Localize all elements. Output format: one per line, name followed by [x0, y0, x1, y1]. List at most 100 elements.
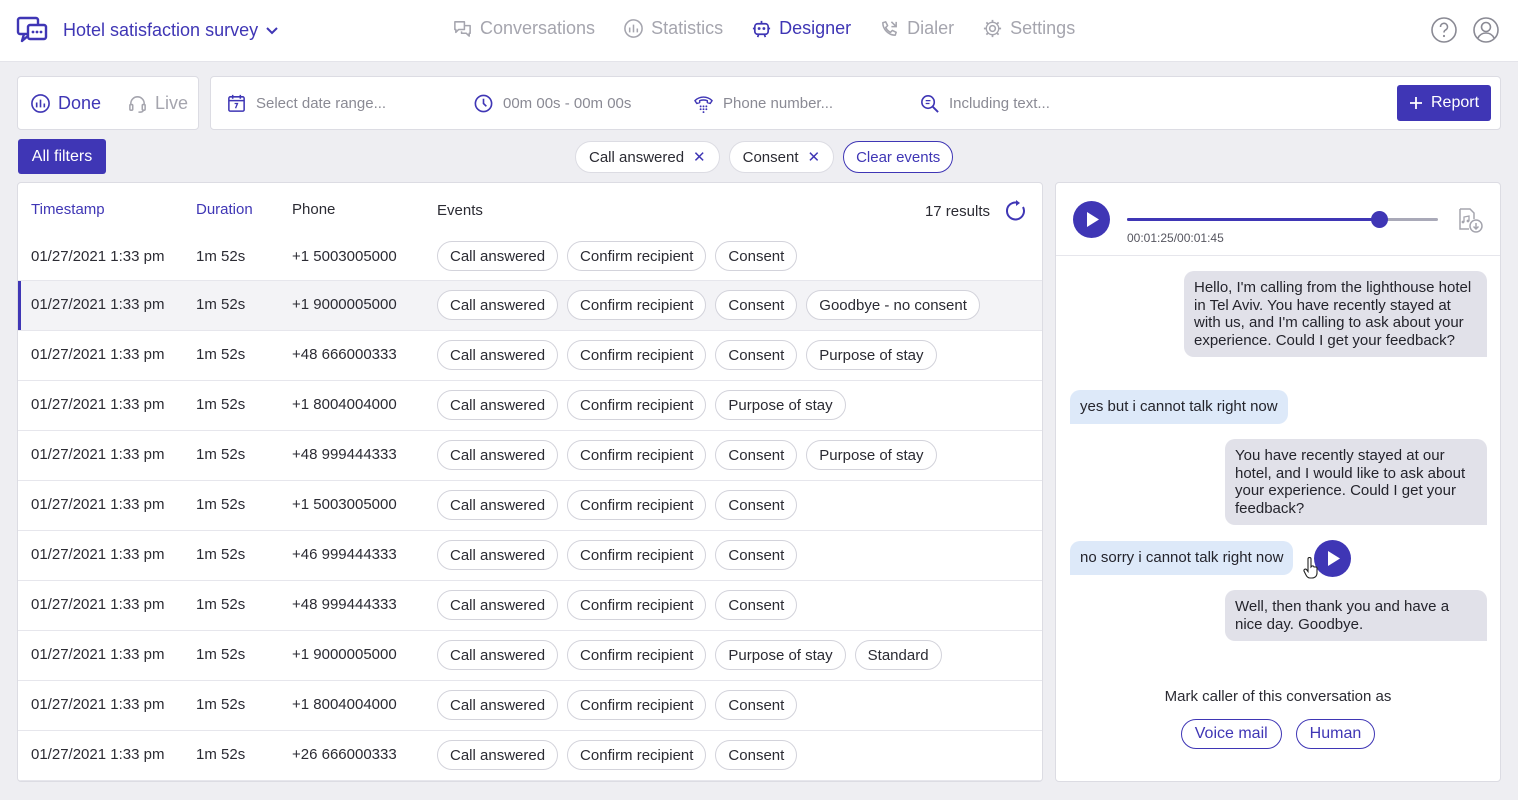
row-duration: 1m 52s — [196, 696, 246, 713]
mode-label: Done — [58, 92, 102, 113]
event-chip: Consent — [715, 241, 798, 271]
play-message-icon[interactable] — [1314, 540, 1351, 577]
event-chip: Confirm recipient — [567, 590, 707, 620]
nav-dialer[interactable]: Dialer — [879, 18, 954, 39]
table-row[interactable]: 01/27/2021 1:33 pm 1m 52s +48 999444333 Cal… — [18, 581, 1042, 631]
row-duration: 1m 52s — [196, 496, 246, 513]
mode-toggle: Done Live — [17, 76, 199, 130]
row-timestamp: 01/27/2021 1:33 pm — [31, 396, 165, 413]
row-phone: +1 8004004000 — [292, 396, 397, 413]
row-timestamp: 01/27/2021 1:33 pm — [31, 596, 165, 613]
row-events: Call answered Confirm recipient Purpose of… — [437, 390, 846, 420]
event-chip: Call answered — [437, 490, 559, 520]
row-events: Call answered Confirm recipient Consent Goo… — [437, 290, 980, 320]
calendar-icon — [228, 94, 245, 112]
event-chip: Call answered — [437, 540, 559, 570]
table-row[interactable]: 01/27/2021 1:33 pm 1m 52s +1 8004004000 Cal… — [18, 381, 1042, 431]
audio-player: 00:01:25/00:01:45 — [1056, 183, 1500, 256]
user-message: no sorry i cannot talk right now — [1070, 541, 1294, 575]
filter-chip-label: Consent — [742, 148, 799, 166]
column-header-timestamp[interactable]: Timestamp — [31, 201, 105, 218]
row-duration: 1m 52s — [196, 296, 246, 313]
headset-icon — [129, 95, 146, 113]
event-chip: Purpose of stay — [806, 340, 937, 370]
row-events: Call answered Confirm recipient Consent Pur… — [437, 440, 937, 470]
survey-title: Hotel satisfaction survey — [63, 20, 259, 40]
event-chip: Purpose of stay — [715, 640, 846, 670]
play-icon[interactable] — [1073, 201, 1110, 238]
table-row[interactable]: 01/27/2021 1:33 pm 1m 52s +46 999444333 Cal… — [18, 531, 1042, 581]
phone-number-field[interactable]: Phone number... — [693, 93, 833, 114]
table-row[interactable]: 01/27/2021 1:33 pm 1m 52s +48 666000333 Cal… — [18, 331, 1042, 381]
playback-slider[interactable] — [1127, 211, 1438, 228]
row-events: Call answered Confirm recipient Consent — [437, 241, 798, 271]
row-phone: +1 5003005000 — [292, 248, 397, 265]
row-duration: 1m 52s — [196, 346, 246, 363]
date-range-placeholder: Select date range... — [256, 95, 387, 112]
mark-voice-mail-button[interactable]: Voice mail — [1180, 719, 1282, 749]
playback-progress — [1127, 218, 1379, 221]
search-text-icon — [921, 95, 939, 113]
table-row[interactable]: 01/27/2021 1:33 pm 1m 52s +1 5003005000 Cal… — [18, 481, 1042, 531]
gear-icon — [984, 19, 1002, 38]
duration-placeholder: 00m 00s - 00m 00s — [503, 95, 632, 112]
row-events: Call answered Confirm recipient Consent — [437, 540, 798, 570]
row-duration: 1m 52s — [196, 646, 246, 663]
report-button[interactable]: Report — [1397, 85, 1491, 121]
event-chip: Confirm recipient — [567, 740, 707, 770]
bot-message: You have recently stayed at our hotel, a… — [1225, 439, 1487, 525]
nav-label: Designer — [779, 18, 852, 38]
refresh-icon[interactable] — [1004, 199, 1028, 223]
nav-settings[interactable]: Settings — [982, 18, 1075, 39]
event-chip: Purpose of stay — [715, 390, 846, 420]
help-icon[interactable] — [1430, 16, 1458, 44]
close-icon[interactable]: ✕ — [693, 148, 706, 166]
event-chip: Call answered — [437, 340, 559, 370]
table-row[interactable]: 01/27/2021 1:33 pm 1m 52s +1 9000005000 Cal… — [18, 281, 1042, 331]
survey-selector[interactable]: Hotel satisfaction survey — [63, 20, 278, 41]
event-chip: Call answered — [437, 440, 559, 470]
table-row[interactable]: 01/27/2021 1:33 pm 1m 52s +1 9000005000 Cal… — [18, 631, 1042, 681]
mode-live[interactable]: Live — [127, 93, 188, 114]
column-header-duration[interactable]: Duration — [196, 201, 253, 218]
mode-done[interactable]: Done — [30, 93, 101, 114]
row-phone: +46 999444333 — [292, 546, 397, 563]
event-chip: Confirm recipient — [567, 390, 707, 420]
clear-events-button[interactable]: Clear events — [843, 141, 954, 173]
close-icon[interactable]: ✕ — [808, 148, 821, 166]
mark-human-button[interactable]: Human — [1295, 719, 1376, 749]
nav-statistics[interactable]: Statistics — [623, 18, 723, 39]
event-chip: Consent — [715, 690, 798, 720]
event-chip: Consent — [715, 540, 798, 570]
playback-handle[interactable] — [1370, 211, 1388, 228]
event-chip: Call answered — [437, 290, 559, 320]
row-timestamp: 01/27/2021 1:33 pm — [31, 746, 165, 763]
table-row[interactable]: 01/27/2021 1:33 pm 1m 52s +1 5003005000 Cal… — [18, 233, 1042, 281]
table-row[interactable]: 01/27/2021 1:33 pm 1m 52s +48 999444333 Cal… — [18, 431, 1042, 481]
app-logo-icon[interactable] — [16, 16, 48, 46]
row-timestamp: 01/27/2021 1:33 pm — [31, 696, 165, 713]
user-message: yes but i cannot talk right now — [1070, 390, 1288, 424]
user-account-icon[interactable] — [1472, 16, 1500, 44]
row-phone: +26 666000333 — [292, 746, 397, 763]
bot-message: Hello, I'm calling from the lighthouse h… — [1184, 271, 1487, 357]
all-filters-button[interactable]: All filters — [18, 139, 106, 174]
event-chip: Consent — [715, 440, 798, 470]
nav-conversations[interactable]: Conversations — [452, 18, 595, 39]
row-events: Call answered Confirm recipient Consent — [437, 690, 798, 720]
download-audio-icon[interactable] — [1456, 206, 1484, 234]
table-row[interactable]: 01/27/2021 1:33 pm 1m 52s +1 8004004000 Cal… — [18, 681, 1042, 731]
nav-label: Settings — [1010, 18, 1076, 38]
row-timestamp: 01/27/2021 1:33 pm — [31, 546, 165, 563]
event-chip: Call answered — [437, 241, 559, 271]
row-timestamp: 01/27/2021 1:33 pm — [31, 446, 165, 463]
nav-designer[interactable]: Designer — [751, 18, 851, 39]
table-row[interactable]: 01/27/2021 1:33 pm 1m 52s +26 666000333 Cal… — [18, 731, 1042, 781]
duration-field[interactable]: 00m 00s - 00m 00s — [473, 93, 631, 114]
row-timestamp: 01/27/2021 1:33 pm — [31, 296, 165, 313]
text-search-field[interactable]: Including text... — [919, 93, 1050, 114]
row-phone: +1 8004004000 — [292, 696, 397, 713]
statistics-icon — [31, 93, 50, 113]
mark-caller-label: Mark caller of this conversation as — [1164, 688, 1392, 705]
date-range-field[interactable]: Select date range... — [226, 93, 386, 114]
